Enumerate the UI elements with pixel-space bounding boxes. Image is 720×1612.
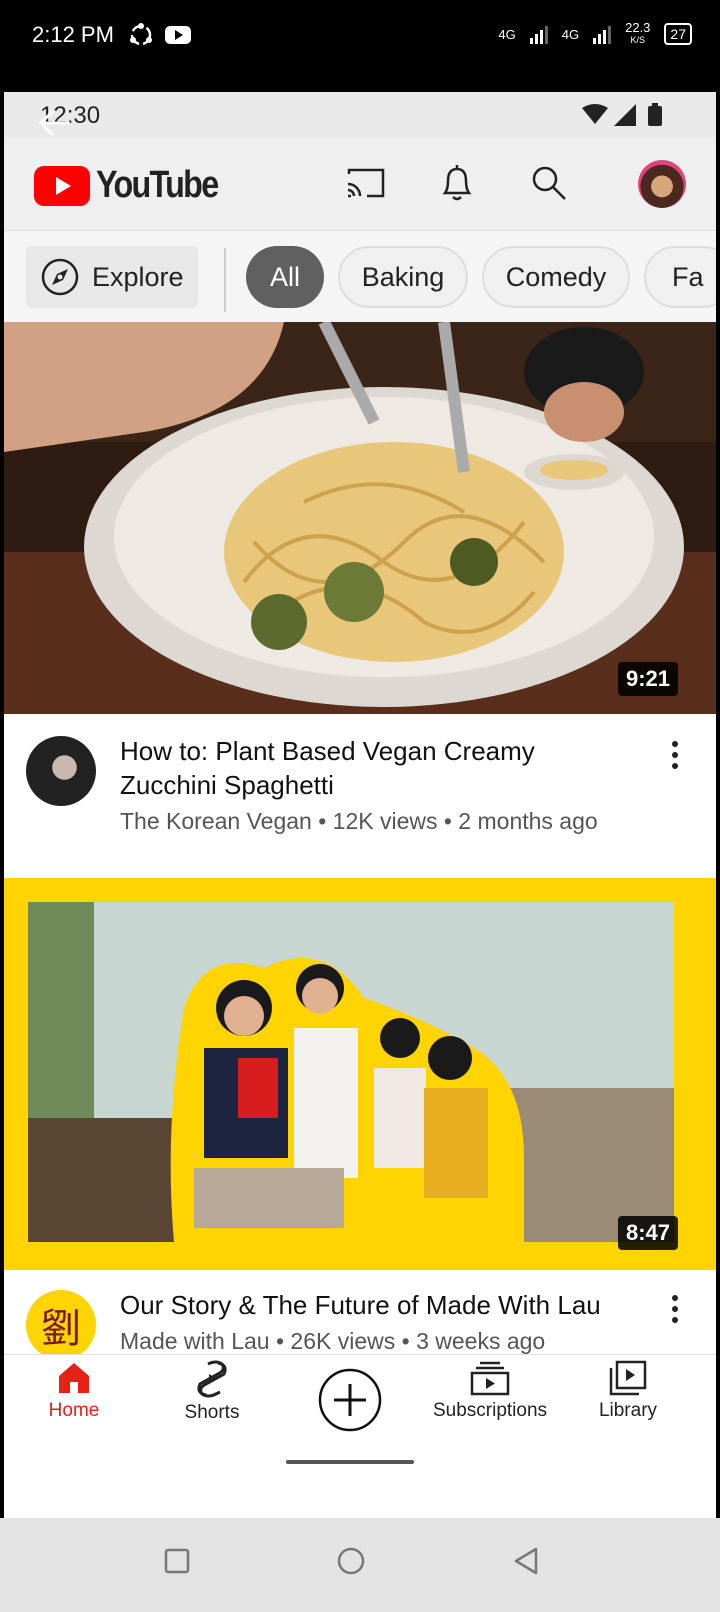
video-thumbnail-2[interactable] bbox=[4, 878, 716, 1270]
video-title-1[interactable]: How to: Plant Based Vegan Creamy Zucchin… bbox=[120, 734, 640, 802]
channel-avatar-1[interactable] bbox=[26, 736, 96, 806]
nav-subscriptions[interactable]: Subscriptions bbox=[420, 1360, 560, 1422]
inner-status-icons bbox=[582, 103, 662, 126]
home-icon bbox=[59, 1363, 89, 1393]
chip-divider bbox=[224, 248, 226, 312]
notifications-button[interactable] bbox=[434, 160, 480, 206]
youtube-app: 12:30 YouTube Explore All Baking Comedy … bbox=[4, 92, 716, 1518]
explore-label: Explore bbox=[92, 261, 184, 292]
nav-home-label: Home bbox=[48, 1400, 100, 1421]
cast-icon bbox=[347, 168, 385, 198]
chip-partial[interactable]: Fa bbox=[644, 246, 716, 308]
video-meta-1: The Korean Vegan • 12K views • 2 months … bbox=[120, 808, 598, 834]
chip-comedy[interactable]: Comedy bbox=[482, 246, 630, 308]
back-triangle-icon[interactable] bbox=[512, 1546, 540, 1576]
nav-shorts-label: Shorts bbox=[184, 1402, 240, 1423]
network-speed-unit: K/S bbox=[630, 35, 646, 45]
youtube-notification-icon bbox=[165, 26, 191, 44]
video-duration-2: 8:47 bbox=[618, 1216, 679, 1250]
channel-avatar-2[interactable]: 劉 bbox=[26, 1290, 96, 1360]
network-speed-value: 22.3 bbox=[625, 20, 651, 35]
nav-library-label: Library bbox=[598, 1400, 658, 1421]
video-meta-2: Made with Lau • 26K views • 3 weeks ago bbox=[120, 1328, 546, 1354]
signal-2-icon bbox=[593, 24, 612, 44]
subscriptions-icon bbox=[470, 1361, 510, 1396]
system-indicators: 4G 4G 22.3 K/S 27 bbox=[498, 20, 692, 46]
video-title-1-line-2: Zucchini Spaghetti bbox=[120, 770, 334, 800]
battery-level: 27 bbox=[664, 23, 692, 45]
account-avatar[interactable] bbox=[638, 160, 686, 208]
network-speed: 22.3 K/S bbox=[625, 20, 651, 46]
video-title-1-line-1: How to: Plant Based Vegan Creamy bbox=[120, 736, 535, 766]
video-duration-1: 9:21 bbox=[618, 662, 679, 696]
search-button[interactable] bbox=[526, 160, 572, 206]
search-icon bbox=[532, 166, 566, 200]
explore-chip[interactable]: Explore bbox=[26, 246, 198, 308]
chip-all[interactable]: All bbox=[246, 246, 324, 308]
library-icon bbox=[609, 1360, 647, 1396]
network-type-2: 4G bbox=[561, 26, 580, 42]
youtube-wordmark: YouTube bbox=[96, 164, 219, 206]
nav-home[interactable]: Home bbox=[4, 1360, 144, 1422]
nav-library[interactable]: Library bbox=[558, 1360, 698, 1422]
nav-subscriptions-label: Subscriptions bbox=[432, 1400, 548, 1421]
create-button[interactable] bbox=[318, 1368, 382, 1432]
more-options-icon-2[interactable] bbox=[660, 1290, 690, 1330]
youtube-play-logo-icon bbox=[34, 165, 90, 206]
video-title-2[interactable]: Our Story & The Future of Made With Lau bbox=[120, 1288, 650, 1322]
bell-icon bbox=[442, 165, 472, 201]
family-photo-thumbnail-image bbox=[4, 878, 716, 1270]
system-time: 2:12 PM bbox=[32, 22, 114, 47]
home-circle-icon[interactable] bbox=[336, 1546, 366, 1576]
video-thumbnail-1[interactable] bbox=[4, 322, 716, 714]
recents-square-icon[interactable] bbox=[164, 1548, 190, 1574]
cast-button[interactable] bbox=[342, 160, 388, 206]
network-type-1: 4G bbox=[498, 26, 516, 42]
chip-baking[interactable]: Baking bbox=[338, 246, 468, 308]
shorts-icon bbox=[197, 1360, 227, 1398]
more-options-icon-1[interactable] bbox=[660, 736, 690, 776]
compass-icon bbox=[41, 258, 79, 296]
youtube-logo[interactable]: YouTube bbox=[34, 164, 239, 207]
gesture-home-indicator[interactable] bbox=[286, 1460, 414, 1464]
add-circle-icon bbox=[318, 1368, 382, 1432]
back-arrow-icon[interactable] bbox=[38, 108, 72, 138]
sync-icon bbox=[130, 23, 152, 46]
signal-1-icon bbox=[529, 24, 548, 44]
pasta-thumbnail-image bbox=[4, 322, 716, 714]
nav-shorts[interactable]: Shorts bbox=[142, 1360, 282, 1424]
